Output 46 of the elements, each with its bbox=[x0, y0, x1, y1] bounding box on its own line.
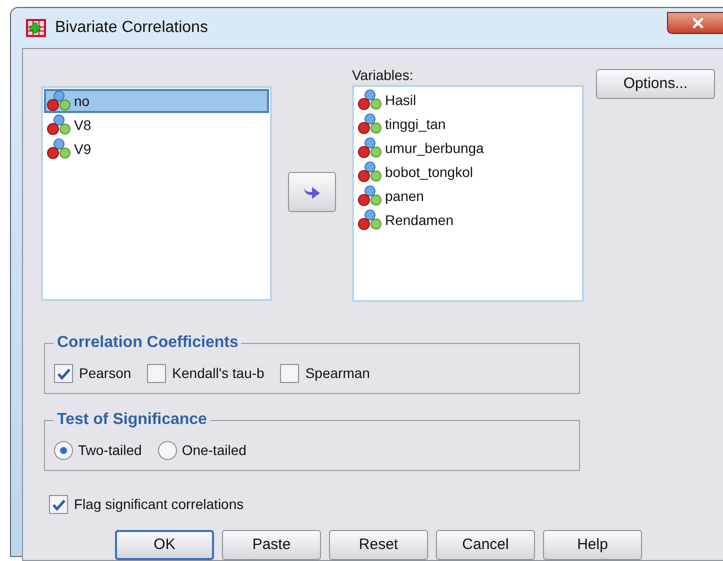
radio-button[interactable] bbox=[54, 441, 73, 460]
dialog-button[interactable]: Help bbox=[543, 530, 642, 560]
checkbox[interactable] bbox=[49, 495, 68, 514]
variable-item[interactable]: umur_berbunga bbox=[355, 136, 581, 160]
move-button[interactable] bbox=[288, 172, 336, 212]
window-title: Bivariate Correlations bbox=[55, 18, 208, 38]
group-title: Correlation Coefficients bbox=[56, 333, 240, 353]
checkbox[interactable] bbox=[147, 364, 166, 383]
app-icon bbox=[25, 18, 47, 38]
dialog-button[interactable]: OK bbox=[115, 530, 214, 560]
checkbox-label: Flag significant correlations bbox=[74, 495, 244, 514]
variable-item[interactable]: tinggi_tan bbox=[355, 112, 581, 136]
variable-list[interactable]: no V8 V9 bbox=[41, 86, 272, 301]
variable-icon bbox=[46, 90, 72, 112]
variable-icon bbox=[357, 137, 383, 159]
variable-icon bbox=[46, 114, 72, 136]
variable-icon bbox=[357, 209, 383, 231]
group-title: Test of Significance bbox=[56, 410, 208, 430]
close-button[interactable] bbox=[667, 12, 723, 34]
variable-list[interactable]: Hasil tinggi_tan umur_berbunga bobot_tongkol panen Rendamen bbox=[352, 85, 584, 302]
dialog-button[interactable]: Reset bbox=[329, 530, 428, 560]
variable-icon bbox=[357, 161, 383, 183]
options-button[interactable]: Options... bbox=[596, 69, 715, 99]
variable-icon bbox=[46, 138, 72, 160]
radio-label: Two-tailed bbox=[78, 441, 142, 460]
variable-icon bbox=[357, 185, 383, 207]
checkbox[interactable] bbox=[280, 364, 300, 383]
radio-label: One-tailed bbox=[182, 441, 246, 460]
variable-item[interactable]: V9 bbox=[44, 137, 269, 161]
close-icon bbox=[690, 15, 706, 31]
variable-item[interactable]: Hasil bbox=[355, 88, 581, 112]
variable-item[interactable]: no bbox=[44, 89, 269, 113]
dialog-button[interactable]: Cancel bbox=[436, 530, 535, 560]
variable-item[interactable]: Rendamen bbox=[355, 208, 581, 232]
variable-icon bbox=[357, 89, 383, 111]
checkbox[interactable] bbox=[54, 364, 73, 383]
checkbox-label: Spearman bbox=[305, 364, 370, 383]
dialog-button[interactable]: Paste bbox=[222, 530, 321, 560]
checkbox-label: Pearson bbox=[79, 364, 132, 383]
variable-icon bbox=[357, 113, 383, 135]
radio-button[interactable] bbox=[158, 441, 177, 460]
variable-item[interactable]: bobot_tongkol bbox=[355, 160, 581, 184]
variable-item[interactable]: panen bbox=[355, 184, 581, 208]
variable-item[interactable]: V8 bbox=[44, 113, 269, 137]
checkbox-label: Kendall's tau-b bbox=[172, 364, 264, 383]
variables-label: Variables: bbox=[352, 66, 414, 85]
